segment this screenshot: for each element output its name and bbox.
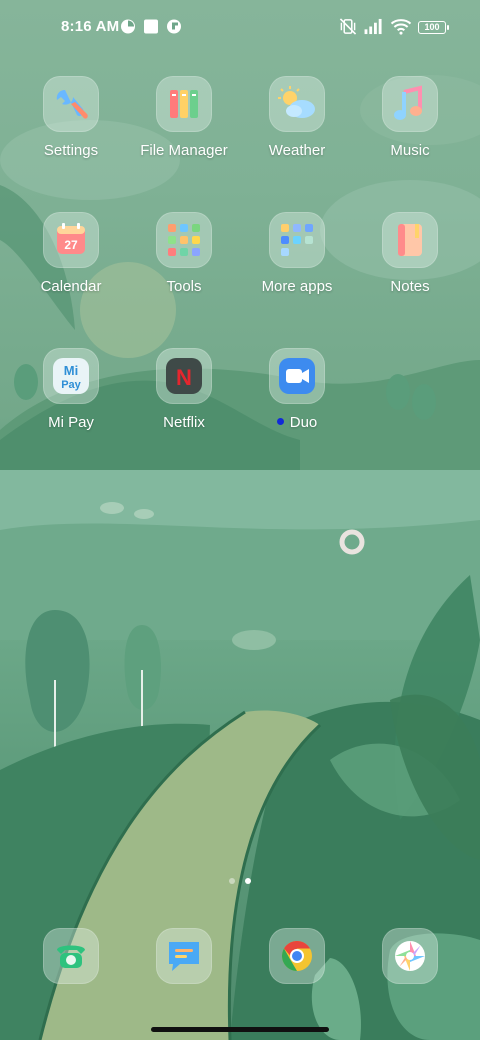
mi-pay-top-text: Mi	[64, 363, 78, 378]
vibrate-off-icon	[339, 18, 357, 35]
folders-icon	[170, 90, 198, 118]
dock-camera[interactable]	[355, 928, 465, 988]
folder-grid-icon	[281, 224, 313, 256]
music-note-icon	[394, 85, 422, 120]
notebook-icon	[398, 224, 422, 256]
mi-pay-bottom-text: Pay	[61, 379, 81, 391]
dock-chrome[interactable]	[242, 928, 352, 988]
camera-aperture-icon	[395, 941, 425, 971]
swan-shape	[100, 502, 124, 514]
app-weather[interactable]: Weather	[242, 76, 352, 176]
chrome-icon	[281, 941, 312, 971]
wrench-icon	[56, 90, 88, 119]
speedometer-icon	[121, 19, 135, 34]
status-bar: 8:16 AM 100	[0, 0, 480, 56]
app-label: Tools	[166, 278, 202, 295]
swan-shape	[232, 630, 276, 650]
gesture-home-bar[interactable]	[151, 1027, 329, 1032]
messages-icon	[169, 942, 199, 971]
app-mi-pay[interactable]: Mi Pay Mi Pay	[16, 348, 126, 448]
app-label: Calendar	[40, 278, 102, 295]
video-camera-icon	[279, 358, 315, 394]
netflix-letter: N	[176, 365, 192, 390]
calendar-date: 27	[64, 238, 78, 252]
dock-phone[interactable]	[16, 928, 126, 988]
netflix-icon: N	[166, 358, 202, 394]
app-duo[interactable]: Duo	[242, 348, 352, 448]
phone-icon	[57, 945, 85, 968]
app-notes[interactable]: Notes	[355, 212, 465, 312]
tree-shape	[25, 610, 90, 732]
lake-shape	[0, 470, 480, 530]
tree-shape	[386, 374, 410, 410]
app-file-manager[interactable]: File Manager	[129, 76, 239, 176]
page-indicator	[0, 878, 480, 888]
signal-icon	[364, 18, 382, 35]
battery-indicator: 100	[418, 21, 449, 34]
app-label: Duo	[242, 414, 352, 432]
app-label: File Manager	[140, 142, 228, 159]
app-label: More apps	[261, 278, 333, 295]
app-netflix[interactable]: N Netflix	[129, 348, 239, 448]
mi-pay-icon: Mi Pay	[53, 358, 89, 394]
page-dot-active[interactable]	[245, 878, 251, 884]
status-time: 8:16 AM	[61, 18, 120, 35]
folder-grid-icon	[168, 224, 200, 256]
app-label: Netflix	[163, 414, 205, 431]
app-notification-icon	[167, 19, 181, 34]
app-label: Music	[390, 142, 430, 159]
calendar-icon: 27	[57, 223, 85, 254]
app-settings[interactable]: Settings	[16, 76, 126, 176]
swan-shape	[134, 509, 154, 519]
folder-more-apps[interactable]: More apps	[242, 212, 352, 312]
folder-tools[interactable]: Tools	[129, 212, 239, 312]
new-install-dot	[276, 418, 284, 425]
app-label-text: Duo	[289, 414, 318, 431]
app-calendar[interactable]: 27 Calendar	[16, 212, 126, 312]
wifi-icon	[390, 19, 412, 35]
tree-shape	[412, 384, 436, 420]
app-label: Settings	[43, 142, 99, 159]
dock-messages[interactable]	[129, 928, 239, 988]
app-label: Mi Pay	[48, 414, 94, 431]
app-label: Notes	[390, 278, 430, 295]
app-label: Weather	[268, 142, 326, 159]
page-dot[interactable]	[229, 878, 235, 884]
sun-cloud-icon	[278, 86, 315, 118]
square-notification-icon	[144, 19, 158, 34]
app-music[interactable]: Music	[355, 76, 465, 176]
